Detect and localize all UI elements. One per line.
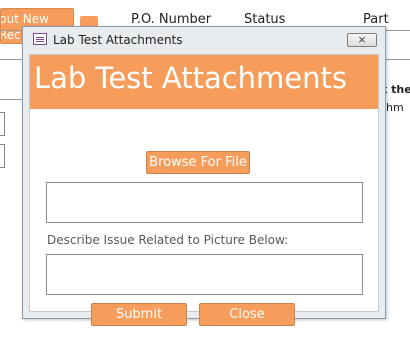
submit-button[interactable]: Submit xyxy=(91,303,187,326)
background-field-2[interactable] xyxy=(0,144,5,168)
dialog-header-title: Lab Test Attachments xyxy=(34,61,347,95)
row-divider xyxy=(0,99,22,100)
po-number-column-header: P.O. Number xyxy=(131,12,212,27)
issue-description-field[interactable] xyxy=(46,254,363,295)
submit-label: Submit xyxy=(115,307,163,322)
dialog-client-area: Lab Test Attachments Browse For File Des… xyxy=(29,54,379,326)
close-button[interactable]: Close xyxy=(199,303,295,326)
dialog-titlebar[interactable]: Lab Test Attachments ⨯ xyxy=(23,27,385,53)
close-icon: ⨯ xyxy=(357,33,367,46)
dialog-header-band: Lab Test Attachments xyxy=(30,55,378,109)
file-path-field[interactable] xyxy=(46,182,363,223)
form-icon xyxy=(33,33,47,45)
describe-issue-label: Describe Issue Related to Picture Below: xyxy=(47,233,289,247)
browse-for-file-button[interactable]: Browse For File xyxy=(146,151,250,174)
status-column-header: Status xyxy=(244,12,286,27)
browse-for-file-label: Browse For File xyxy=(149,155,247,170)
window-close-button[interactable]: ⨯ xyxy=(347,33,377,47)
lab-test-attachments-dialog: Lab Test Attachments ⨯ Lab Test Attachme… xyxy=(22,26,386,326)
dialog-window-title: Lab Test Attachments xyxy=(53,33,183,47)
input-new-record-label-line1: put New xyxy=(0,12,49,26)
close-label: Close xyxy=(229,307,265,322)
background-field-1[interactable] xyxy=(0,112,5,136)
